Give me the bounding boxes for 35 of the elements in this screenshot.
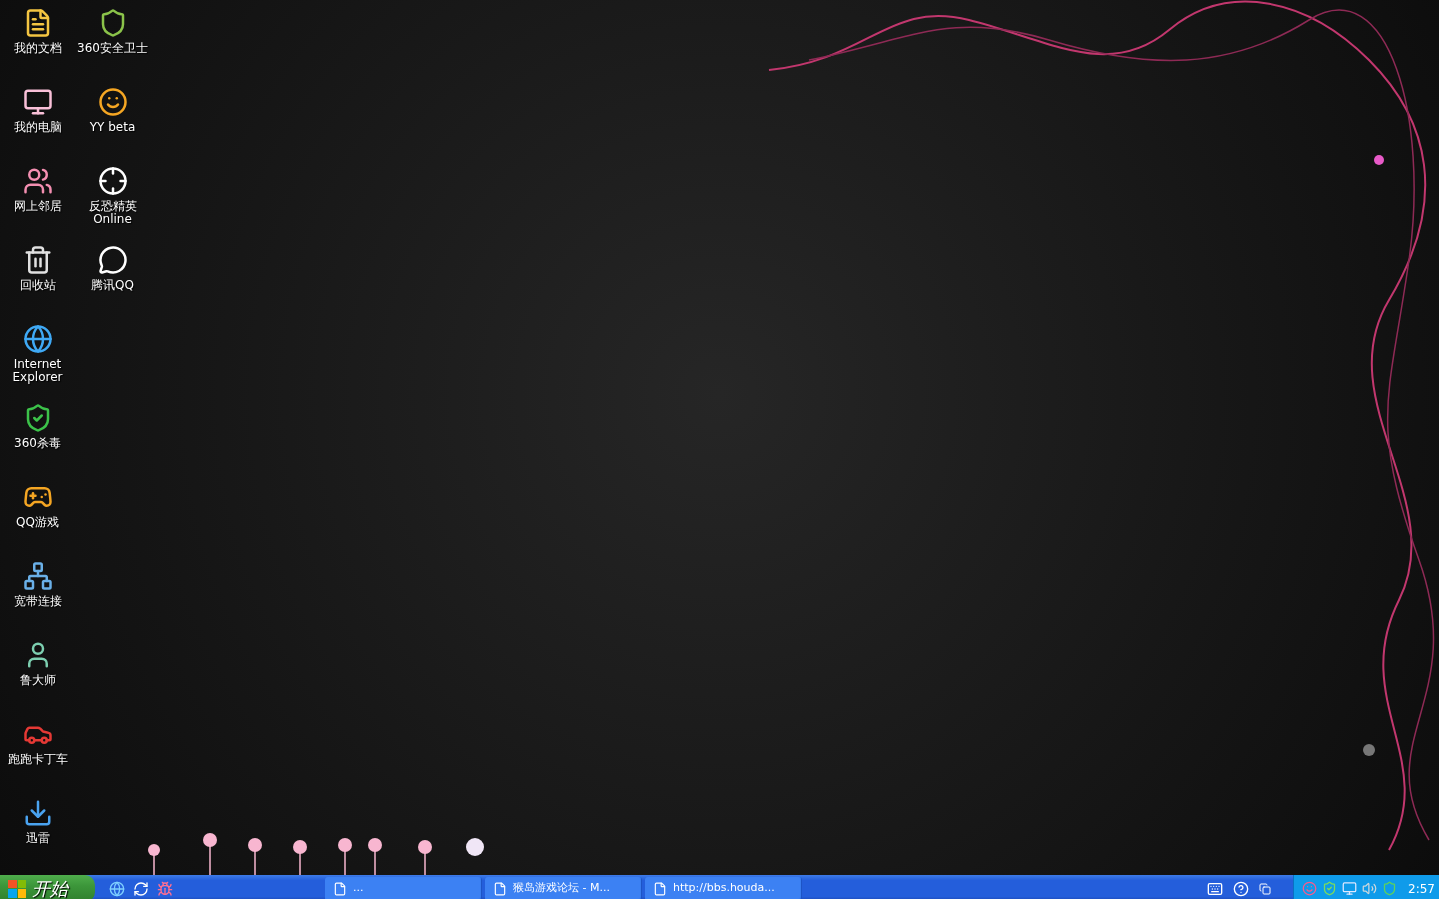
taskbar-window-button[interactable]: http://bbs.houda...: [645, 876, 802, 899]
monitor-icon[interactable]: [22, 87, 53, 117]
icon-label[interactable]: 迅雷: [1, 832, 74, 845]
icon-label[interactable]: 反恐精英 Online: [76, 200, 149, 226]
icon-label[interactable]: 回收站: [1, 279, 74, 292]
chat-icon[interactable]: [97, 245, 128, 275]
network-icon[interactable]: [22, 561, 53, 591]
icon-label[interactable]: 我的文档: [1, 42, 74, 55]
restore-icon[interactable]: [1259, 882, 1271, 895]
icon-label[interactable]: 360安全卫士: [76, 42, 149, 55]
icon-label[interactable]: 宽带连接: [1, 595, 74, 608]
icon-label[interactable]: 我的电脑: [1, 121, 74, 134]
icon-label[interactable]: 网上邻居: [1, 200, 74, 213]
smiley-icon[interactable]: [97, 87, 128, 117]
crosshair-icon[interactable]: [97, 166, 128, 196]
globe-icon[interactable]: [109, 880, 125, 897]
keyboard-icon[interactable]: [1207, 880, 1223, 897]
help-icon[interactable]: [1233, 880, 1249, 897]
icon-label[interactable]: 鲁大师: [1, 674, 74, 687]
people-icon[interactable]: [22, 166, 53, 196]
taskbar-window-button[interactable]: ...: [325, 876, 482, 899]
page-icon: [493, 881, 507, 896]
page-icon: [653, 881, 667, 896]
icon-label[interactable]: Internet Explorer: [1, 358, 74, 384]
page-icon: [333, 881, 347, 896]
icon-label[interactable]: 360杀毒: [1, 437, 74, 450]
icon-label[interactable]: 跑跑卡丁车: [1, 753, 74, 766]
refresh-icon[interactable]: [133, 880, 149, 897]
taskbar-window-button[interactable]: 猴岛游戏论坛 - M...: [485, 876, 642, 899]
icon-label[interactable]: 腾讯QQ: [76, 279, 149, 292]
icon-label[interactable]: YY beta: [76, 121, 149, 134]
icon-label[interactable]: QQ游戏: [1, 516, 74, 529]
globe-icon[interactable]: [22, 324, 53, 354]
start-button[interactable]: 开始: [0, 875, 95, 899]
windows-logo-icon: [8, 879, 26, 898]
